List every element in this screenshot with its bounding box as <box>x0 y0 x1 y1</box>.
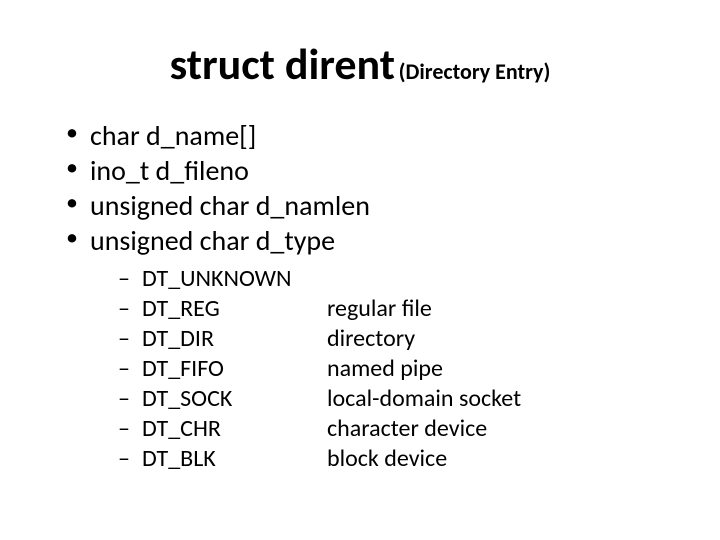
list-item: DT_REG regular file <box>124 294 670 324</box>
type-list: DT_UNKNOWN DT_REG regular file DT_DIR di… <box>90 264 670 474</box>
title-sub: (Directory Entry) <box>399 58 551 85</box>
type-desc: character device <box>327 414 670 444</box>
type-name: DT_CHR <box>142 414 327 444</box>
slide-title: struct dirent (Directory Entry) <box>50 40 670 88</box>
list-item: DT_BLK block device <box>124 444 670 474</box>
type-desc: named pipe <box>327 354 670 384</box>
list-item: DT_SOCK local-domain socket <box>124 384 670 414</box>
field-text: char d_name[] <box>90 118 256 153</box>
type-name: DT_SOCK <box>142 384 327 414</box>
type-desc: local-domain socket <box>327 384 670 414</box>
list-item: DT_DIR directory <box>124 324 670 354</box>
type-name: DT_UNKNOWN <box>142 264 327 294</box>
list-item: unsigned char d_type DT_UNKNOWN DT_REG r… <box>72 223 670 474</box>
list-item: unsigned char d_namlen <box>72 188 670 223</box>
type-desc <box>327 264 670 294</box>
list-item: DT_CHR character device <box>124 414 670 444</box>
type-desc: regular file <box>327 294 670 324</box>
field-text: unsigned char d_namlen <box>90 188 370 223</box>
type-desc: directory <box>327 324 670 354</box>
list-item: char d_name[] <box>72 118 670 153</box>
field-list: char d_name[] ino_t d_fileno unsigned ch… <box>50 118 670 474</box>
type-name: DT_REG <box>142 294 327 324</box>
title-main: struct dirent <box>170 37 395 91</box>
type-name: DT_BLK <box>142 444 327 474</box>
field-text: unsigned char d_type <box>90 223 335 258</box>
list-item: ino_t d_fileno <box>72 153 670 188</box>
list-item: DT_UNKNOWN <box>124 264 670 294</box>
type-name: DT_FIFO <box>142 354 327 384</box>
slide: struct dirent (Directory Entry) char d_n… <box>0 0 720 540</box>
field-text: ino_t d_fileno <box>90 153 249 188</box>
type-desc: block device <box>327 444 670 474</box>
list-item: DT_FIFO named pipe <box>124 354 670 384</box>
type-name: DT_DIR <box>142 324 327 354</box>
